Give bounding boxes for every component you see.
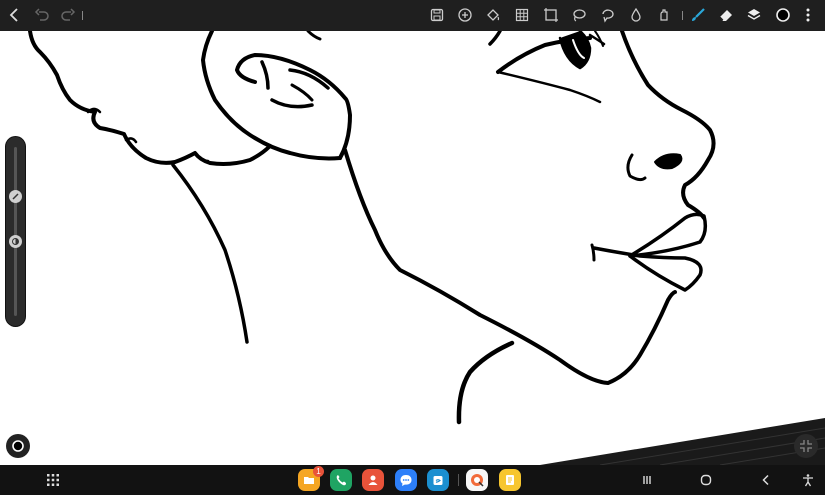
fill-bucket-icon[interactable] bbox=[483, 5, 503, 25]
undo-icon[interactable] bbox=[32, 5, 52, 25]
back-chevron-icon[interactable] bbox=[5, 5, 25, 25]
opacity-icon bbox=[12, 238, 19, 245]
toolbar-divider bbox=[682, 11, 683, 20]
blur-drop-icon[interactable] bbox=[626, 5, 646, 25]
slider-track bbox=[14, 147, 17, 316]
crop-icon[interactable] bbox=[541, 5, 561, 25]
layers-icon[interactable] bbox=[744, 5, 764, 25]
brush-settings-slider[interactable] bbox=[6, 137, 25, 326]
exit-fullscreen-button[interactable] bbox=[794, 434, 818, 458]
line-art-drawing bbox=[28, 31, 825, 465]
collapse-icon bbox=[800, 440, 812, 452]
drawing-app-icon[interactable] bbox=[466, 469, 488, 491]
system-taskbar: 1 bbox=[0, 465, 825, 495]
pen-icon bbox=[12, 193, 19, 200]
messages-app-icon[interactable] bbox=[395, 469, 417, 491]
color-picker-button[interactable] bbox=[6, 434, 30, 458]
brush-icon[interactable] bbox=[688, 5, 708, 25]
app-drawer-icon[interactable] bbox=[43, 470, 63, 490]
accessibility-icon[interactable] bbox=[798, 470, 818, 490]
drawing-canvas[interactable] bbox=[0, 31, 825, 465]
smudge-icon[interactable] bbox=[654, 5, 674, 25]
add-icon[interactable] bbox=[455, 5, 475, 25]
more-vertical-icon[interactable] bbox=[798, 5, 818, 25]
save-icon[interactable] bbox=[427, 5, 447, 25]
brush-size-knob[interactable] bbox=[9, 190, 22, 203]
phone-app-icon[interactable] bbox=[330, 469, 352, 491]
toolbar-divider bbox=[82, 11, 83, 20]
recents-icon[interactable] bbox=[637, 470, 657, 490]
notification-badge: 1 bbox=[313, 466, 324, 477]
grid-icon[interactable] bbox=[512, 5, 532, 25]
notes-app-icon[interactable] bbox=[499, 469, 521, 491]
redo-icon[interactable] bbox=[58, 5, 78, 25]
top-toolbar bbox=[0, 0, 825, 31]
eraser-icon[interactable] bbox=[716, 5, 736, 25]
contacts-app-icon[interactable] bbox=[362, 469, 384, 491]
store-app-icon[interactable] bbox=[427, 469, 449, 491]
lasso-icon[interactable] bbox=[569, 5, 589, 25]
color-circle-icon bbox=[12, 440, 24, 452]
home-icon[interactable] bbox=[696, 470, 716, 490]
taskbar-divider bbox=[458, 474, 459, 486]
color-circle-icon[interactable] bbox=[773, 5, 793, 25]
files-app-icon[interactable]: 1 bbox=[298, 466, 324, 491]
back-icon[interactable] bbox=[756, 470, 776, 490]
opacity-knob[interactable] bbox=[9, 235, 22, 248]
lasso-fill-icon[interactable] bbox=[598, 5, 618, 25]
